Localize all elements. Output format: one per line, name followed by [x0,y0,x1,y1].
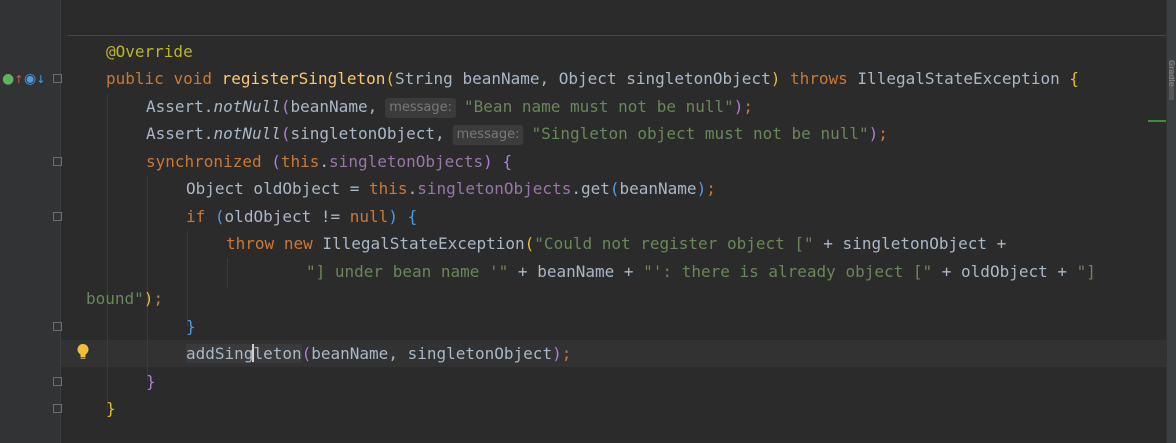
expression: + beanName + [508,262,644,281]
class-ref: Assert. [146,97,214,116]
method-call: l [253,344,264,363]
implemented-method-icon[interactable]: ◉↓ [24,71,45,88]
arguments: beanName, singletonObject [311,344,553,363]
gradle-tool-window-tab[interactable]: Gradle [1167,60,1176,87]
exception-type: IllegalStateException [322,234,525,253]
keyword: void [173,69,212,88]
string-literal: "Singleton object must not be null" [531,124,869,143]
fold-marker-icon[interactable] [53,157,62,166]
string-literal: "': there is already object [" [643,262,933,281]
code-line[interactable]: public void registerSingleton(String bea… [106,65,1079,92]
field: singletonObjects [417,179,572,198]
code-line[interactable]: bound"); [86,285,163,312]
string-literal: "Could not register object [" [534,234,814,253]
string-literal: "] under bean name '" [306,262,509,281]
keyword: null [349,207,389,226]
code-line[interactable]: if (oldObject != null) { [186,203,417,230]
code-line[interactable]: Object oldObject = this.singletonObjects… [186,175,716,202]
code-line[interactable]: } [146,368,156,395]
fold-marker-icon[interactable] [53,404,62,413]
method-call: eton [263,344,302,363]
static-method: notNull [213,124,281,143]
editor-gutter[interactable] [0,0,61,443]
indent-guide [107,94,108,409]
parameter-hint: message: [452,125,524,145]
string-literal: "] [1076,262,1096,281]
keyword: if [186,207,206,226]
static-method: notNull [213,97,281,116]
argument: beanName [619,179,697,198]
string-literal: bound" [86,289,144,308]
fold-marker-icon[interactable] [53,377,62,386]
code-line[interactable]: "] under bean name '" + beanName + "': t… [306,258,1096,285]
code-line[interactable]: } [186,313,196,340]
fold-marker-icon[interactable] [53,322,62,331]
keyword: throw [226,234,275,253]
method-call: addSing [186,344,254,363]
expression: + singletonObject + [813,234,1007,253]
lightbulb-icon[interactable] [76,343,90,361]
keyword: public [106,69,164,88]
code-line[interactable]: @Override [106,38,193,65]
method-name: registerSingleton [221,69,386,88]
keyword: synchronized [146,152,262,171]
code-line[interactable]: addSingleton(beanName, singletonObject); [186,340,571,367]
indent-guide [227,258,228,288]
keyword: this [280,152,320,171]
keyword: this [369,179,408,198]
field: singletonObjects [329,152,484,171]
string-literal: "Bean name must not be null" [464,97,734,116]
code-line[interactable]: Assert.notNull(singletonObject, message: "… [146,120,888,147]
condition: oldObject != [224,207,350,226]
method-call: .get [571,179,610,198]
parameter-hint: message: [385,98,457,118]
argument: singletonObject, [290,124,445,143]
keyword: new [283,234,313,253]
keyword: throws [789,69,848,88]
code-line[interactable]: synchronized (this.singletonObjects) { [146,148,512,175]
class-ref: Assert. [146,124,214,143]
indent-guide [147,176,148,381]
code-line[interactable]: Assert.notNull(beanName, message: "Bean na… [146,93,753,120]
expression: + oldObject + [932,262,1077,281]
fold-marker-icon[interactable] [53,74,62,83]
annotation: @Override [106,42,193,61]
override-method-icon[interactable]: ●↑ [2,71,23,88]
indent-guide [187,231,188,326]
code-line[interactable]: throw new IllegalStateException("Could n… [226,230,1006,257]
change-marker[interactable] [1148,120,1166,122]
declaration: Object oldObject = [186,179,370,198]
argument: beanName, [290,97,378,116]
exception-type: IllegalStateException [857,69,1060,88]
parameters: String beanName, Object singletonObject [395,69,771,88]
code-line[interactable]: } [106,395,116,422]
fold-marker-icon[interactable] [53,212,62,221]
method-separator [68,35,1168,36]
